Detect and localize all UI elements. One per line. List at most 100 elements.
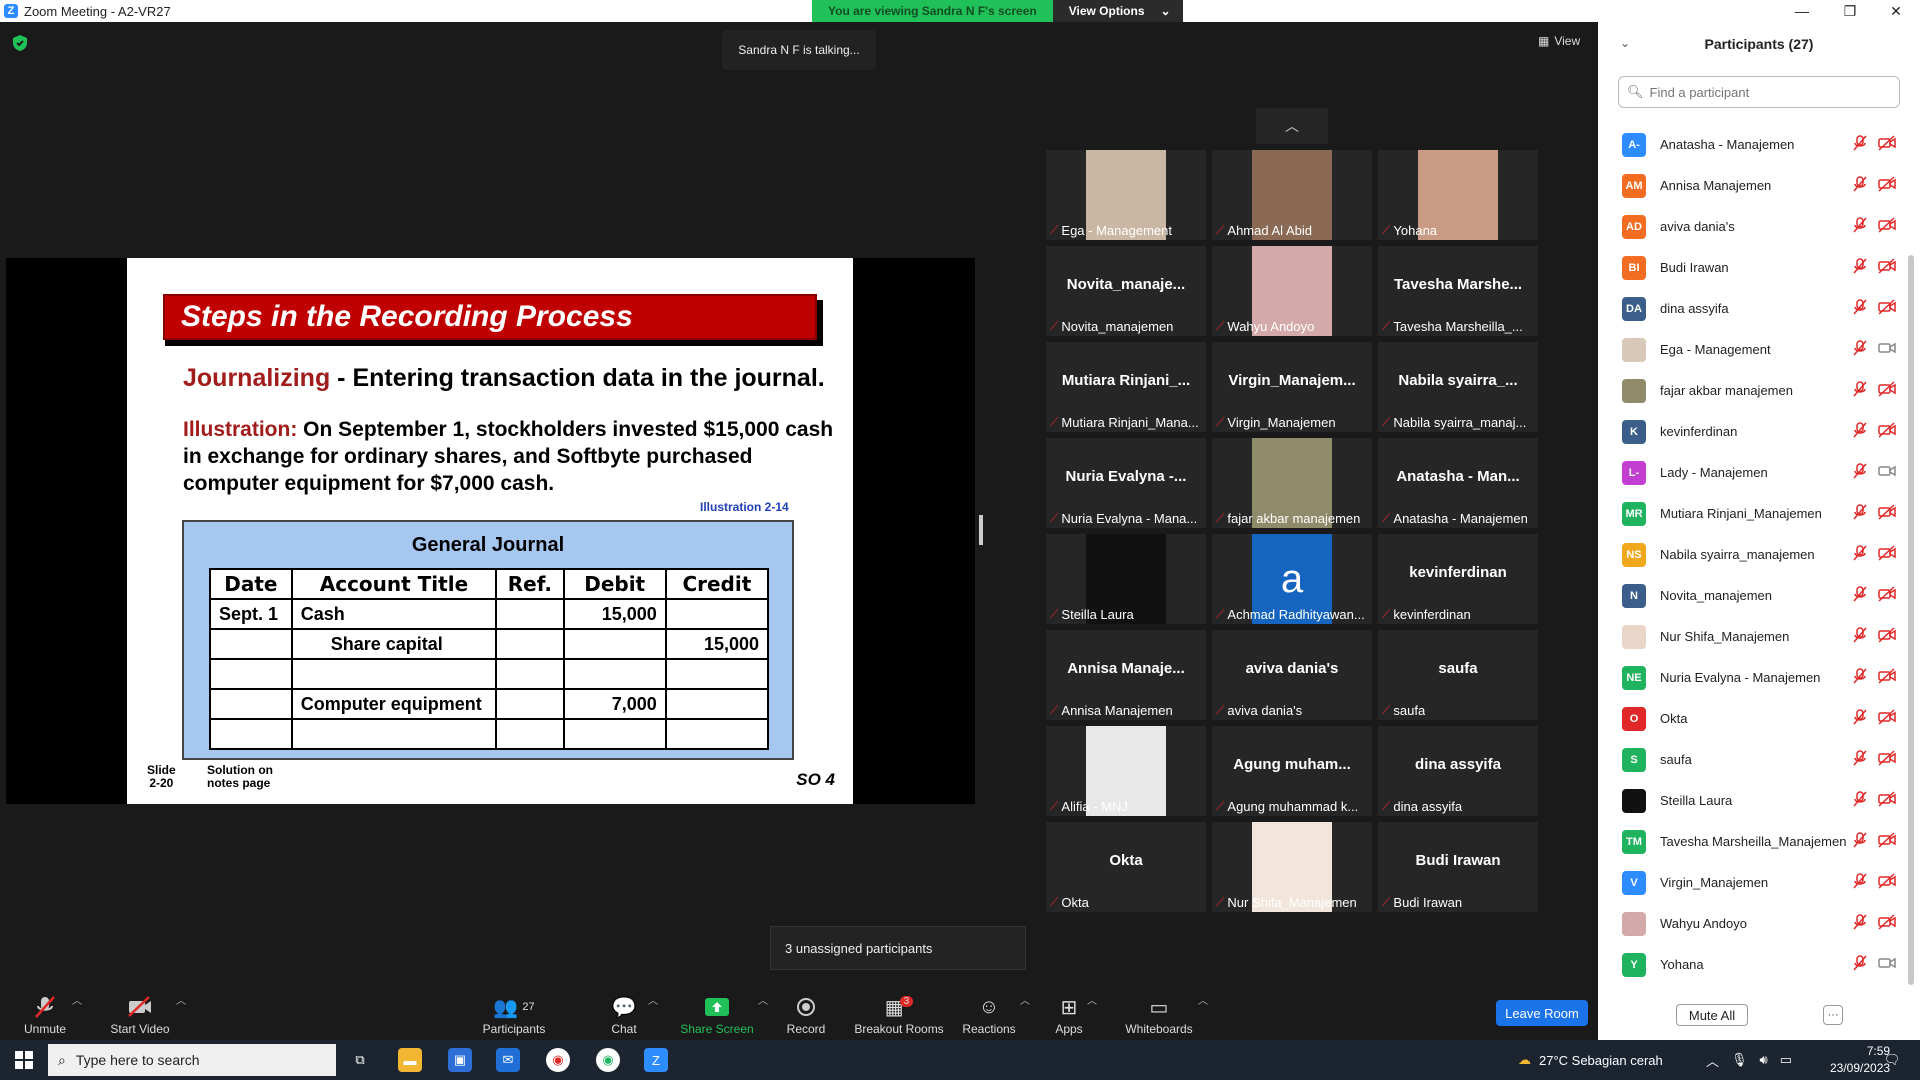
share-options-caret-icon[interactable]: ︿: [758, 992, 768, 1007]
record-button[interactable]: Record: [786, 982, 826, 1040]
unmute-button[interactable]: Unmute ︿: [22, 982, 82, 1040]
participant-name: Okta: [1660, 711, 1688, 726]
participant-video-tile[interactable]: ⟋ Steilla Laura: [1046, 534, 1206, 624]
breakout-rooms-icon: ▦ 3: [885, 992, 914, 1022]
participant-video-tile[interactable]: ⟋ Yohana: [1378, 150, 1538, 240]
participant-list-item[interactable]: AD aviva dania's: [1598, 206, 1904, 247]
participant-video-tile[interactable]: Nuria Evalyna -... ⟋ Nuria Evalyna - Mana.…: [1046, 438, 1206, 528]
participant-video-tile[interactable]: Annisa Manaje... ⟋ Annisa Manajemen: [1046, 630, 1206, 720]
notifications-icon[interactable]: 🗨︎: [1880, 1048, 1904, 1072]
participant-list-item[interactable]: Steilla Laura: [1598, 780, 1904, 821]
participant-name: Nabila syairra_manajemen: [1660, 547, 1815, 562]
participant-list: A- Anatasha - Manajemen AM Annisa Manajemen…: [1598, 124, 1904, 985]
participant-video-tile[interactable]: kevinferdinan ⟋ kevinferdinan: [1378, 534, 1538, 624]
taskbar-search[interactable]: ⌕ Type here to search: [48, 1044, 336, 1076]
view-button[interactable]: ▦ View: [1538, 34, 1580, 48]
slide-number-value: 2-20: [149, 776, 174, 790]
participant-video-tile[interactable]: Agung muham... ⟋ Agung muhammad k...: [1212, 726, 1372, 816]
apps-options-caret-icon[interactable]: ︿: [1087, 992, 1097, 1007]
participant-list-item[interactable]: AM Annisa Manajemen: [1598, 165, 1904, 206]
whiteboards-button[interactable]: ▭ Whiteboards ︿: [1124, 982, 1208, 1040]
breakout-rooms-button[interactable]: ▦ 3 Breakout Rooms: [854, 982, 944, 1040]
participant-video-tile[interactable]: Virgin_Manajem... ⟋ Virgin_Manajemen: [1212, 342, 1372, 432]
more-options-button[interactable]: ···: [1823, 1005, 1843, 1025]
video-options-caret-icon[interactable]: ︿: [176, 992, 186, 1007]
participant-video-tile[interactable]: saufa ⟋ saufa: [1378, 630, 1538, 720]
mail-icon[interactable]: ✉: [496, 1048, 520, 1072]
participant-list-item[interactable]: NS Nabila syairra_manajemen: [1598, 534, 1904, 575]
weather-widget[interactable]: ☁ 27°C Sebagian cerah: [1518, 1040, 1663, 1080]
view-options-button[interactable]: View Options ⌄: [1052, 0, 1183, 22]
reactions-options-caret-icon[interactable]: ︿: [1020, 992, 1030, 1007]
chrome-profile-icon[interactable]: ◉: [596, 1048, 620, 1072]
participant-list-item[interactable]: Wahyu Andoyo: [1598, 903, 1904, 944]
mute-all-button[interactable]: Mute All: [1676, 1004, 1748, 1026]
unassigned-participants-popup[interactable]: 3 unassigned participants: [770, 926, 1026, 970]
participant-list-item[interactable]: Ssaufa: [1598, 739, 1904, 780]
file-explorer-icon[interactable]: ▬: [398, 1048, 422, 1072]
start-video-button[interactable]: Start Video ︿: [108, 982, 186, 1040]
participant-video-tile[interactable]: ⟋ Wahyu Andoyo: [1212, 246, 1372, 336]
chat-button[interactable]: 💬 Chat ︿: [604, 982, 658, 1040]
splitter-handle[interactable]: [979, 515, 983, 545]
task-view-icon[interactable]: ⧉: [348, 1048, 372, 1072]
video-off-icon: [1878, 135, 1896, 154]
participant-list-item[interactable]: fajar akbar manajemen: [1598, 370, 1904, 411]
participant-video-tile[interactable]: ⟋ Nur Shifa_Manajemen: [1212, 822, 1372, 912]
participant-video-tile[interactable]: Okta ⟋ Okta: [1046, 822, 1206, 912]
participant-video-tile[interactable]: ⟋ Ahmad Al Abid: [1212, 150, 1372, 240]
chrome-icon[interactable]: ◉: [546, 1048, 570, 1072]
participant-list-item[interactable]: BI Budi Irawan: [1598, 247, 1904, 288]
participant-list-item[interactable]: L- Lady - Manajemen: [1598, 452, 1904, 493]
find-participant-input[interactable]: [1649, 84, 1890, 100]
participant-list-item[interactable]: Y Yohana: [1598, 944, 1904, 985]
participant-list-item[interactable]: MR Mutiara Rinjani_Manajemen: [1598, 493, 1904, 534]
participant-video-tile[interactable]: ⟋ fajar akbar manajemen: [1212, 438, 1372, 528]
participant-list-scrollbar[interactable]: [1908, 255, 1914, 985]
participant-list-item[interactable]: N Novita_manajemen: [1598, 575, 1904, 616]
network-icon[interactable]: ▭: [1780, 1052, 1792, 1068]
participant-list-item[interactable]: NE Nuria Evalyna - Manajemen: [1598, 657, 1904, 698]
tray-expand-icon[interactable]: ︿: [1706, 1051, 1719, 1070]
participant-video-tile[interactable]: Mutiara Rinjani_... ⟋ Mutiara Rinjani_Mana…: [1046, 342, 1206, 432]
participant-list-item[interactable]: DA dina assyifa: [1598, 288, 1904, 329]
participant-video-tile[interactable]: ⟋ Ega - Management: [1046, 150, 1206, 240]
participant-video-tile[interactable]: Anatasha - Man... ⟋ Anatasha - Manajemen: [1378, 438, 1538, 528]
participant-video-tile[interactable]: dina assyifa ⟋ dina assyifa: [1378, 726, 1538, 816]
participant-list-item[interactable]: Nur Shifa_Manajemen: [1598, 616, 1904, 657]
windows-start-icon[interactable]: [12, 1048, 36, 1072]
participant-list-item[interactable]: V Virgin_Manajemen: [1598, 862, 1904, 903]
share-screen-button[interactable]: Share Screen ︿: [680, 982, 768, 1040]
participant-video-tile[interactable]: a ⟋ Achmad Radhityawan...: [1212, 534, 1372, 624]
gallery-scroll-up-button[interactable]: ︿: [1256, 108, 1328, 144]
zoom-taskbar-icon[interactable]: Z: [644, 1048, 668, 1072]
apps-button[interactable]: ⊞ Apps ︿: [1055, 982, 1097, 1040]
participant-tile-label: ⟋ aviva dania's: [1216, 703, 1302, 718]
find-participant-search[interactable]: 🔍︎: [1618, 76, 1900, 108]
restore-button[interactable]: ❐: [1828, 0, 1872, 22]
slide-header: Steps in the Recording Process: [163, 294, 817, 340]
whiteboards-options-caret-icon[interactable]: ︿: [1198, 992, 1208, 1007]
microsoft-store-icon[interactable]: ▣: [448, 1048, 472, 1072]
close-button[interactable]: ✕: [1874, 0, 1918, 22]
leave-room-button[interactable]: Leave Room: [1496, 1000, 1588, 1026]
participants-button[interactable]: 👥 27 Participants: [478, 982, 550, 1040]
minimize-button[interactable]: —: [1780, 0, 1824, 22]
chat-options-caret-icon[interactable]: ︿: [648, 992, 658, 1007]
participant-list-item[interactable]: Kkevinferdinan: [1598, 411, 1904, 452]
participant-video-tile[interactable]: ⟋ Alifia - MNJ: [1046, 726, 1206, 816]
participant-status-icons: [1852, 914, 1896, 933]
speaker-icon[interactable]: 🔊︎: [1760, 1052, 1768, 1068]
participant-list-item[interactable]: Ega - Management: [1598, 329, 1904, 370]
participant-list-item[interactable]: O Okta: [1598, 698, 1904, 739]
participant-list-item[interactable]: A- Anatasha - Manajemen: [1598, 124, 1904, 165]
participant-list-item[interactable]: TM Tavesha Marsheilla_Manajemen: [1598, 821, 1904, 862]
participant-video-tile[interactable]: Tavesha Marshe... ⟋ Tavesha Marsheilla_...: [1378, 246, 1538, 336]
participant-video-tile[interactable]: Budi Irawan ⟋ Budi Irawan: [1378, 822, 1538, 912]
reactions-button[interactable]: ☺ Reactions ︿: [962, 982, 1030, 1040]
participant-video-tile[interactable]: aviva dania's ⟋ aviva dania's: [1212, 630, 1372, 720]
microphone-icon[interactable]: 🎙︎: [1731, 1052, 1748, 1068]
participant-video-tile[interactable]: Novita_manaje... ⟋ Novita_manajemen: [1046, 246, 1206, 336]
audio-options-caret-icon[interactable]: ︿: [72, 992, 82, 1007]
participant-video-tile[interactable]: Nabila syairra_... ⟋ Nabila syairra_manaj.…: [1378, 342, 1538, 432]
